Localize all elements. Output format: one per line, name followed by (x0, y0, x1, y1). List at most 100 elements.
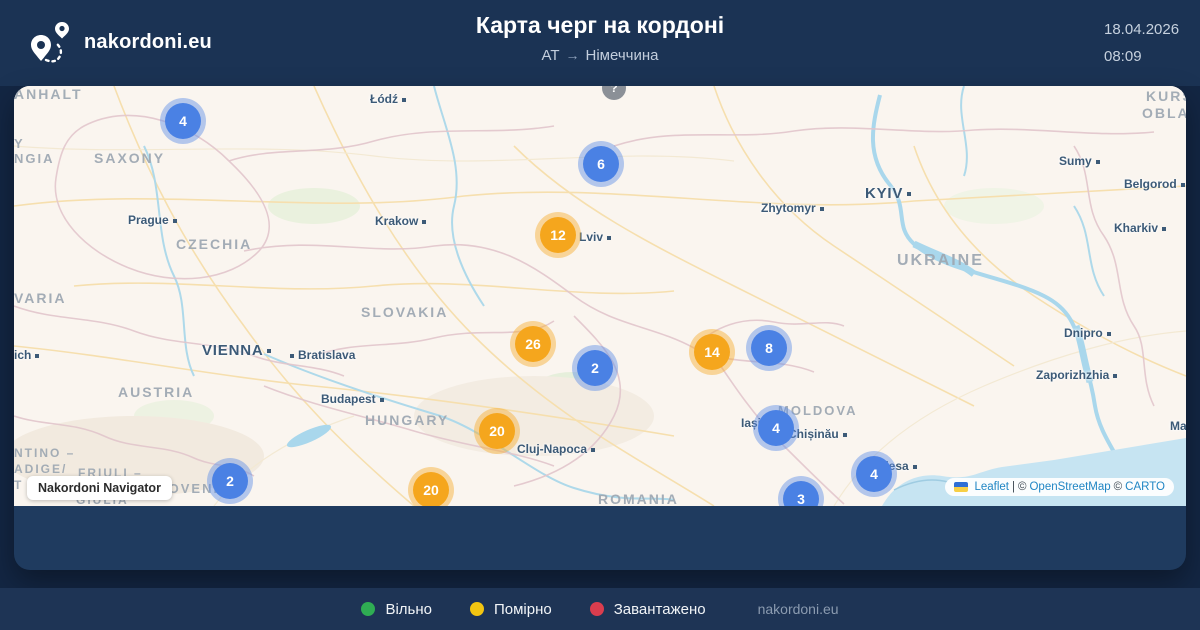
city-label: KYIV (865, 185, 915, 202)
region-label: HUNGARY (365, 412, 450, 428)
header: nakordoni.eu Карта черг на кордоні АТ → Ні… (0, 0, 1200, 86)
region-label: CZECHIA (176, 236, 253, 252)
osm-link[interactable]: OpenStreetMap (1029, 481, 1110, 493)
city-label: Bratislava (286, 348, 355, 362)
region-label: NGIA (14, 151, 55, 166)
queue-marker-count: 3 (797, 491, 805, 506)
queue-marker[interactable]: 8 (751, 330, 787, 366)
city-label-text: Ma (1170, 419, 1186, 433)
city-dot-icon (1095, 159, 1100, 164)
city-dot-icon (402, 97, 406, 102)
city-label-text: Chișinău (788, 427, 839, 441)
city-dot-icon (172, 218, 177, 223)
city-label-text: Sumy (1059, 154, 1092, 168)
footer: Вільно Помірно Завантажено nakordoni.eu (0, 588, 1200, 630)
region-label: AUSTRIA (118, 384, 195, 400)
card-body (14, 506, 1186, 570)
queue-marker[interactable]: 26 (515, 326, 551, 362)
map-card: ANHALT YNGIA SAXONY CZECHIA KURSKOBLAST UKRAI… (14, 86, 1186, 570)
legend-moderate: Помірно (469, 601, 552, 618)
city-dot-icon (1106, 331, 1111, 336)
ukraine-flag-icon (954, 482, 969, 492)
city-label-text: Kharkiv (1114, 221, 1159, 235)
city-label: Budapest (321, 392, 388, 406)
queue-marker[interactable]: 20 (413, 472, 449, 506)
city-dot-icon (379, 397, 384, 402)
city-label-text: Zaporizhzhia (1036, 368, 1110, 382)
queue-marker-count: 20 (489, 423, 505, 439)
city-label-text: Zhytomyr (761, 201, 816, 215)
city-dot-icon (422, 219, 427, 224)
legend-free-dot-icon (361, 602, 376, 616)
legend-free-label: Вільно (385, 600, 432, 618)
city-label-text: VIENNA (202, 342, 264, 359)
city-dot-icon (290, 353, 294, 358)
queue-marker[interactable]: 20 (479, 413, 515, 449)
legend-busy-dot-icon (589, 602, 604, 616)
time-label: 08:09 (1104, 48, 1142, 65)
city-dot-icon (591, 447, 596, 452)
queue-marker[interactable]: 6 (583, 146, 619, 182)
date-label: 18.04.2026 (1104, 21, 1180, 38)
datetime: 18.04.2026 08:09 (1104, 22, 1179, 64)
city-label: Lviv (579, 230, 615, 244)
copyright-symbol-2: © (1113, 481, 1123, 493)
city-label-text: Budapest (321, 392, 376, 406)
queue-marker[interactable]: 12 (540, 217, 576, 253)
region-label: OBLAST (1142, 105, 1186, 121)
region-label: SAXONY (94, 150, 166, 166)
footer-brand: nakordoni.eu (757, 601, 839, 617)
queue-marker[interactable]: 14 (694, 334, 730, 370)
region-label: Y (14, 136, 25, 151)
city-label: Zhytomyr (761, 201, 828, 215)
city-label-text: ich (14, 348, 32, 362)
queue-marker-count: 4 (179, 113, 187, 129)
queue-marker-count: 4 (870, 466, 878, 482)
legend-free: Вільно (361, 601, 432, 618)
queue-marker[interactable]: 2 (577, 350, 613, 386)
city-label: Dnipro (1064, 326, 1115, 340)
legend-busy: Завантажено (589, 601, 706, 618)
queue-marker[interactable]: 2 (212, 463, 248, 499)
city-label-text: Cluj-Napoca (517, 442, 588, 456)
carto-link[interactable]: CARTO (1125, 481, 1165, 493)
region-label: ROMANIA (598, 491, 679, 506)
queue-marker-count: ? (610, 86, 618, 95)
city-dot-icon (907, 192, 912, 196)
queue-marker-count: 2 (591, 360, 599, 376)
city-label-text: KYIV (865, 185, 904, 202)
region-label: ANHALT (14, 86, 83, 102)
city-label-text: Krakow (375, 214, 419, 228)
page-title: Карта черг на кордоні (475, 12, 725, 38)
city-dot-icon (1113, 373, 1118, 378)
queue-marker-count: 6 (597, 156, 605, 172)
leaflet-link[interactable]: Leaflet (974, 481, 1009, 493)
queue-marker[interactable]: ? (602, 86, 626, 100)
route-from: АТ (541, 47, 560, 64)
queue-marker[interactable]: 4 (758, 410, 794, 446)
map-marker-layer: ANHALT YNGIA SAXONY CZECHIA KURSKOBLAST UKRAI… (14, 86, 1186, 506)
route-subtitle: АТ → Німеччина (0, 47, 1200, 64)
city-label: VIENNA (202, 342, 275, 359)
queue-marker-count: 20 (423, 482, 439, 498)
region-label: SLOVAKIA (361, 304, 449, 320)
navigator-pill[interactable]: Nakordoni Navigator (27, 476, 172, 500)
city-label-text: Dnipro (1064, 326, 1103, 340)
route-arrow-icon: → (565, 47, 580, 63)
copyright-symbol: © (1018, 481, 1027, 493)
region-label: VARIA (14, 290, 67, 306)
city-dot-icon (35, 353, 40, 358)
route-to: Німеччина (585, 47, 659, 64)
queue-marker[interactable]: 3 (783, 481, 819, 506)
city-dot-icon (607, 235, 612, 240)
city-label: Zaporizhzhia (1036, 368, 1121, 382)
queue-marker[interactable]: 4 (856, 456, 892, 492)
queue-marker[interactable]: 4 (165, 103, 201, 139)
queue-marker-count: 2 (226, 473, 234, 489)
queue-marker-count: 4 (772, 420, 780, 436)
city-dot-icon (267, 349, 272, 353)
city-label: Prague (128, 213, 181, 227)
city-label: Chișinău (788, 427, 851, 441)
map[interactable]: ANHALT YNGIA SAXONY CZECHIA KURSKOBLAST UKRAI… (14, 86, 1186, 506)
city-dot-icon (912, 464, 917, 469)
